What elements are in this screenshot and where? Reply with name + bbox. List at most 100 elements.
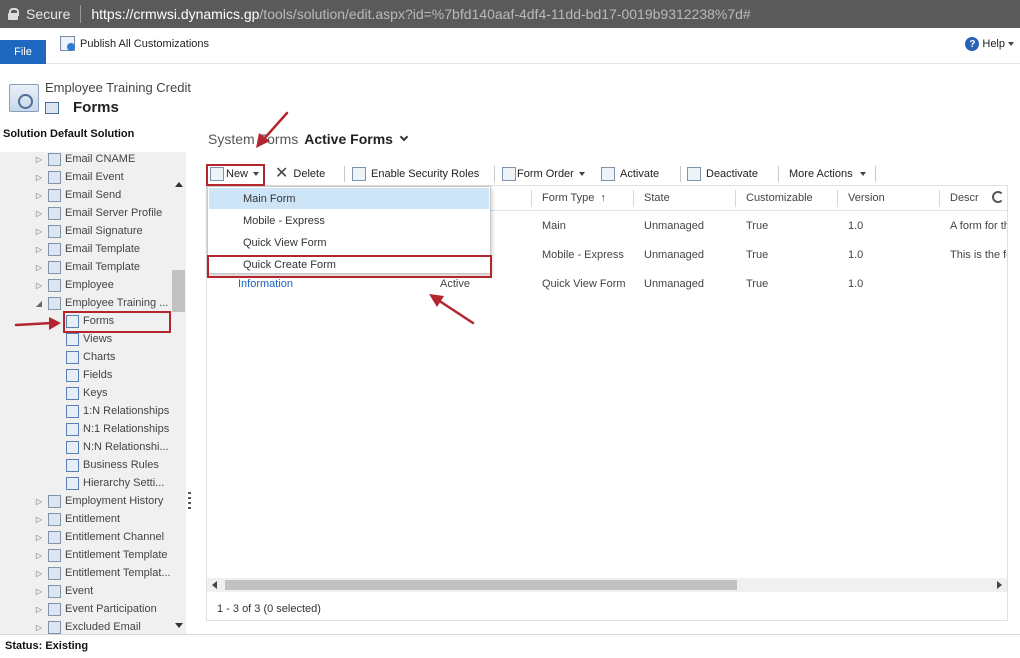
tree-item[interactable]: ▷ Employee — [34, 276, 114, 294]
scroll-left-icon[interactable] — [212, 581, 217, 589]
file-button[interactable]: File — [0, 40, 46, 64]
tree-item[interactable]: 1:N Relationships — [66, 402, 169, 420]
publish-label: Publish All Customizations — [80, 37, 210, 50]
form-order-button[interactable]: Form Order — [502, 164, 585, 184]
tree-item-label: N:1 Relationships — [83, 423, 170, 435]
menu-item-main-form[interactable]: Main Form — [209, 188, 489, 209]
tree-item[interactable]: Fields — [66, 366, 112, 384]
column-header-state[interactable]: State — [644, 192, 670, 204]
column-header-customizable[interactable]: Customizable — [746, 192, 813, 204]
expand-icon[interactable]: ▷ — [34, 227, 44, 236]
enable-security-roles-button[interactable]: Enable Security Roles — [352, 164, 479, 184]
tree-item[interactable]: Views — [66, 330, 112, 348]
scroll-right-icon[interactable] — [997, 581, 1002, 589]
tree-item[interactable]: ▷ Email Template — [34, 258, 140, 276]
tree-item-label: Employee Training ... — [65, 297, 169, 309]
chevron-down-icon — [1008, 42, 1014, 46]
form-name-link[interactable]: Information — [238, 278, 293, 290]
tree-item[interactable]: Keys — [66, 384, 107, 402]
expand-icon[interactable]: ▷ — [34, 245, 44, 254]
form-order-icon — [502, 167, 516, 181]
help-button[interactable]: ? Help — [965, 37, 1014, 51]
expand-icon[interactable]: ▷ — [34, 497, 44, 506]
tree-item[interactable]: ▷ Event — [34, 582, 93, 600]
scroll-down-icon[interactable] — [175, 623, 183, 628]
tree-scrollbar[interactable] — [171, 152, 186, 634]
view-selector[interactable]: System Forms Active Forms — [208, 131, 409, 147]
cell-customizable: True — [746, 220, 769, 232]
deactivate-button[interactable]: Deactivate — [687, 164, 758, 184]
tree-item[interactable]: ▷ Entitlement Channel — [34, 528, 164, 546]
tree-item[interactable]: N:1 Relationships — [66, 420, 169, 438]
tree-item-label: Email Event — [65, 171, 124, 183]
activate-button[interactable]: Activate — [601, 164, 659, 184]
tree-item-label: Entitlement Channel — [65, 531, 165, 543]
menu-item-quick-view-form[interactable]: Quick View Form — [209, 232, 489, 253]
expand-icon[interactable]: ▷ — [34, 569, 44, 578]
refresh-icon[interactable] — [992, 191, 1004, 203]
collapse-icon[interactable]: ◢ — [34, 299, 44, 308]
publish-all-button[interactable]: Publish All Customizations — [60, 36, 209, 51]
expand-icon[interactable]: ▷ — [34, 533, 44, 542]
tree-item[interactable]: ▷ Entitlement — [34, 510, 120, 528]
expand-icon[interactable]: ▷ — [34, 587, 44, 596]
expand-icon[interactable]: ▷ — [34, 209, 44, 218]
new-icon — [210, 167, 224, 181]
expand-icon[interactable]: ▷ — [34, 173, 44, 182]
expand-icon[interactable]: ▷ — [34, 623, 44, 632]
more-actions-label: More Actions — [789, 168, 853, 180]
scroll-up-icon[interactable] — [175, 182, 183, 187]
tree-item[interactable]: N:N Relationshi... — [66, 438, 169, 456]
column-header-version[interactable]: Version — [848, 192, 885, 204]
tree-item[interactable]: ◢ Employee Training ... — [34, 294, 168, 312]
menu-item-mobile-express[interactable]: Mobile - Express — [209, 210, 489, 231]
expand-icon[interactable]: ▷ — [34, 191, 44, 200]
expand-icon[interactable]: ▷ — [34, 155, 44, 164]
status-bar: Status: Existing — [0, 634, 1020, 658]
component-tree[interactable]: ▷ Email CNAME ▷ Email Event ▷ Email Send ▷ Emai… — [0, 152, 186, 634]
tree-item-label: Event — [65, 585, 94, 597]
tree-item[interactable]: ▷ Email Server Profile — [34, 204, 162, 222]
activate-label: Activate — [620, 168, 660, 180]
scroll-thumb[interactable] — [225, 580, 737, 590]
address-separator — [80, 5, 82, 23]
expand-icon[interactable]: ▷ — [34, 281, 44, 290]
tree-item[interactable]: ▷ Email Event — [34, 168, 124, 186]
tree-item[interactable]: ▷ Email Signature — [34, 222, 143, 240]
tree-item[interactable]: ▷ Email Send — [34, 186, 121, 204]
tree-item[interactable]: ▷ Entitlement Templat... — [34, 564, 171, 582]
new-button[interactable]: New — [210, 164, 260, 184]
tree-item[interactable]: Hierarchy Setti... — [66, 474, 164, 492]
expand-icon[interactable]: ▷ — [34, 515, 44, 524]
toolbar-separator — [494, 166, 495, 182]
url-path: /tools/solution/edit.aspx?id=%7bfd140aaf… — [259, 6, 751, 22]
tree-item[interactable]: ▷ Event Participation — [34, 600, 157, 618]
tree-item-label: Keys — [83, 387, 108, 399]
browser-address-bar[interactable]: Secure https:// crmwsi.dynamics.gp /tool… — [0, 0, 1020, 28]
more-actions-button[interactable]: More Actions — [789, 164, 866, 184]
expand-icon[interactable]: ▷ — [34, 551, 44, 560]
entity-icon — [66, 404, 79, 418]
column-header-description[interactable]: Descr — [950, 192, 979, 204]
entity-icon — [66, 458, 79, 472]
tree-item[interactable]: ▷ Entitlement Template — [34, 546, 168, 564]
tree-item[interactable]: ▷ Employment History — [34, 492, 163, 510]
scroll-thumb[interactable] — [172, 270, 185, 312]
tree-item-label: Hierarchy Setti... — [83, 477, 165, 489]
tree-item[interactable]: ▷ Email Template — [34, 240, 140, 258]
tree-item[interactable]: ▷ Excluded Email — [34, 618, 141, 634]
tree-item[interactable]: Forms — [66, 312, 114, 330]
tree-item-label: 1:N Relationships — [83, 405, 170, 417]
grid-horizontal-scrollbar[interactable] — [207, 578, 1007, 592]
tree-item[interactable]: ▷ Email CNAME — [34, 152, 135, 168]
url-host: crmwsi.dynamics.gp — [133, 6, 260, 22]
expand-icon[interactable]: ▷ — [34, 263, 44, 272]
delete-button[interactable]: ✕ Delete — [275, 164, 325, 184]
tree-item[interactable]: Business Rules — [66, 456, 159, 474]
tree-item-label: Event Participation — [65, 603, 157, 615]
column-header-form-type[interactable]: Form Type ↑ — [542, 192, 606, 204]
expand-icon[interactable]: ▷ — [34, 605, 44, 614]
tree-item[interactable]: Charts — [66, 348, 115, 366]
menu-item-quick-create-form[interactable]: Quick Create Form — [209, 254, 489, 275]
pane-splitter[interactable] — [188, 492, 191, 512]
